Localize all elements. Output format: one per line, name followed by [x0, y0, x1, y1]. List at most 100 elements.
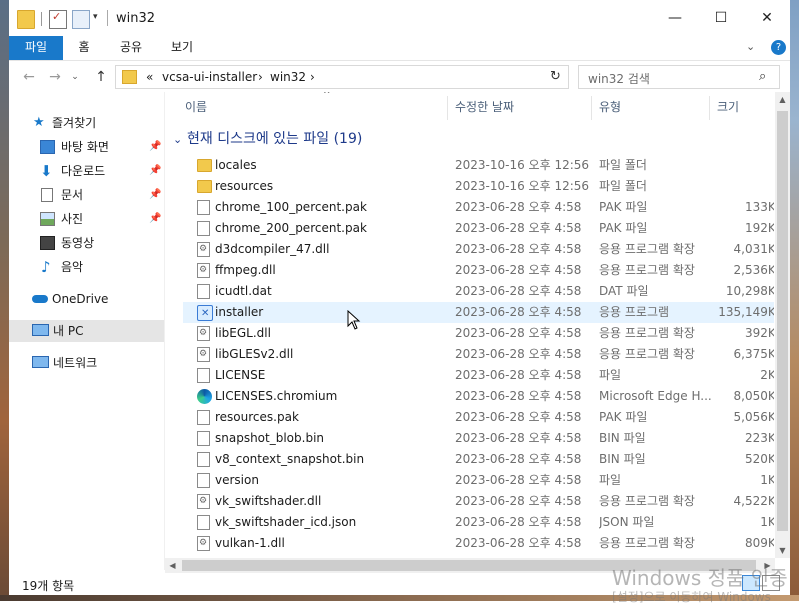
- refresh-icon[interactable]: ↻: [550, 69, 561, 84]
- exe-icon: [197, 303, 213, 324]
- recent-locations-chevron-icon[interactable]: ⌄: [69, 66, 81, 88]
- column-divider[interactable]: [447, 96, 448, 120]
- column-divider[interactable]: [591, 96, 592, 120]
- properties-icon[interactable]: [49, 10, 67, 29]
- sidebar-item-label: 내 PC: [53, 324, 84, 338]
- maximize-button[interactable]: ☐: [698, 0, 744, 36]
- breadcrumb-separator[interactable]: ›: [310, 70, 315, 84]
- music-icon: ♪: [41, 258, 51, 276]
- new-folder-icon[interactable]: [72, 10, 90, 29]
- sidebar-item-music[interactable]: ♪ 음악: [9, 256, 164, 278]
- breadcrumb-win32[interactable]: win32: [270, 70, 306, 84]
- file-type: JSON 파일: [599, 515, 655, 529]
- pin-icon[interactable]: 📌: [149, 208, 161, 230]
- file-row[interactable]: ffmpeg.dll 2023-06-28 오후 4:58 응용 프로그램 확장 2,…: [183, 260, 774, 281]
- help-button[interactable]: ?: [771, 40, 786, 55]
- sidebar-item-downloads[interactable]: ⬇ 다운로드 📌: [9, 160, 164, 182]
- sidebar-item-network[interactable]: 네트워크: [9, 352, 164, 374]
- sort-ascending-icon: ^: [323, 92, 331, 100]
- file-size: 192KB: [744, 221, 774, 235]
- desktop-icon: [40, 140, 55, 154]
- pin-icon[interactable]: 📌: [149, 160, 161, 182]
- group-header[interactable]: ⌄ 현재 디스크에 있는 파일 (19): [173, 128, 362, 150]
- sidebar-item-desktop[interactable]: 바탕 화면 📌: [9, 136, 164, 158]
- up-button[interactable]: ↑: [91, 66, 111, 88]
- computer-icon: [32, 324, 49, 336]
- file-icon: [197, 284, 210, 299]
- search-icon[interactable]: ⌕: [759, 69, 766, 84]
- vertical-scrollbar[interactable]: ▲ ▼: [775, 92, 790, 558]
- file-row[interactable]: libEGL.dll 2023-06-28 오후 4:58 응용 프로그램 확장 39…: [183, 323, 774, 344]
- file-name: vulkan-1.dll: [215, 536, 285, 550]
- file-row[interactable]: locales 2023-10-16 오후 12:56 파일 폴더: [183, 155, 774, 176]
- customize-toolbar-chevron-icon[interactable]: ▾: [93, 12, 98, 22]
- search-input[interactable]: win32 검색 ⌕: [578, 65, 780, 89]
- chevron-down-icon[interactable]: ⌄: [746, 40, 755, 53]
- file-row[interactable]: resources 2023-10-16 오후 12:56 파일 폴더: [183, 176, 774, 197]
- address-bar[interactable]: « vcsa-ui-installer › win32 › ↻: [115, 65, 569, 89]
- file-type: 응용 프로그램 확장: [599, 536, 695, 550]
- sidebar-item-this-pc[interactable]: 내 PC: [9, 320, 164, 342]
- file-size: 2KB: [760, 368, 774, 382]
- tab-file[interactable]: 파일: [9, 36, 63, 60]
- file-row[interactable]: snapshot_blob.bin 2023-06-28 오후 4:58 BIN 파…: [183, 428, 774, 449]
- back-button[interactable]: ←: [19, 66, 39, 88]
- tab-view[interactable]: 보기: [164, 36, 200, 60]
- file-row[interactable]: installer 2023-06-28 오후 4:58 응용 프로그램 135,14…: [183, 302, 774, 324]
- file-row[interactable]: vk_swiftshader_icd.json 2023-06-28 오후 4:5…: [183, 512, 774, 533]
- pin-icon[interactable]: 📌: [149, 136, 161, 158]
- forward-button[interactable]: →: [45, 66, 65, 88]
- file-name: icudtl.dat: [215, 284, 272, 298]
- column-header-label: 이름: [185, 100, 208, 114]
- scrollbar-thumb[interactable]: [777, 111, 788, 531]
- sidebar-item-label: 문서: [61, 188, 84, 202]
- column-header-name[interactable]: 이름 ^: [185, 92, 331, 118]
- sidebar-item-documents[interactable]: 문서 📌: [9, 184, 164, 206]
- minimize-button[interactable]: —: [652, 0, 698, 36]
- column-header-date[interactable]: 수정한 날짜: [455, 98, 514, 118]
- scroll-left-arrow-icon[interactable]: ◀: [165, 558, 180, 573]
- breadcrumb-vcsa-ui-installer[interactable]: vcsa-ui-installer: [162, 70, 257, 84]
- file-name: vk_swiftshader_icd.json: [215, 515, 357, 529]
- file-name: LICENSE: [215, 368, 266, 382]
- file-size: 520KB: [744, 452, 774, 466]
- file-row[interactable]: chrome_200_percent.pak 2023-06-28 오후 4:58…: [183, 218, 774, 239]
- pin-icon[interactable]: 📌: [149, 184, 161, 206]
- sidebar-item-onedrive[interactable]: OneDrive: [9, 288, 164, 310]
- path-overflow[interactable]: «: [146, 70, 153, 84]
- file-row[interactable]: v8_context_snapshot.bin 2023-06-28 오후 4:5…: [183, 449, 774, 470]
- file-type: PAK 파일: [599, 221, 648, 235]
- file-row[interactable]: LICENSES.chromium 2023-06-28 오후 4:58 Micro…: [183, 386, 774, 407]
- quick-access-divider: [41, 12, 42, 26]
- chevron-down-icon[interactable]: ⌄: [173, 129, 187, 151]
- sidebar-item-pictures[interactable]: 사진 📌: [9, 208, 164, 230]
- file-row[interactable]: version 2023-06-28 오후 4:58 파일 1KB: [183, 470, 774, 491]
- file-type: 응용 프로그램 확장: [599, 494, 695, 508]
- breadcrumb-separator[interactable]: ›: [258, 70, 263, 84]
- file-row[interactable]: d3dcompiler_47.dll 2023-06-28 오후 4:58 응용 프…: [183, 239, 774, 260]
- file-row[interactable]: vk_swiftshader.dll 2023-06-28 오후 4:58 응용 프…: [183, 491, 774, 512]
- file-row[interactable]: vulkan-1.dll 2023-06-28 오후 4:58 응용 프로그램 확장…: [183, 533, 774, 554]
- file-row[interactable]: libGLESv2.dll 2023-06-28 오후 4:58 응용 프로그램 확…: [183, 344, 774, 365]
- tab-home[interactable]: 홈: [69, 36, 99, 60]
- column-divider[interactable]: [709, 96, 710, 120]
- file-row[interactable]: chrome_100_percent.pak 2023-06-28 오후 4:58…: [183, 197, 774, 218]
- file-row[interactable]: LICENSE 2023-06-28 오후 4:58 파일 2KB: [183, 365, 774, 386]
- column-header-size[interactable]: 크기: [717, 98, 739, 118]
- file-type: 응용 프로그램 확장: [599, 347, 695, 361]
- file-type: 응용 프로그램 확장: [599, 242, 695, 256]
- file-type: BIN 파일: [599, 431, 646, 445]
- sidebar-item-quick-access[interactable]: ★ 즐겨찾기: [9, 112, 164, 134]
- close-button[interactable]: ✕: [744, 0, 790, 36]
- file-type: 파일: [599, 473, 622, 487]
- sidebar-item-videos[interactable]: 동영상: [9, 232, 164, 254]
- column-header-type[interactable]: 유형: [599, 98, 621, 118]
- file-size: 5,056KB: [733, 410, 774, 424]
- tab-share[interactable]: 공유: [113, 36, 149, 60]
- file-size: 8,050KB: [733, 389, 774, 403]
- folder-icon[interactable]: [17, 10, 35, 29]
- file-row[interactable]: resources.pak 2023-06-28 오후 4:58 PAK 파일 5,0…: [183, 407, 774, 428]
- scroll-up-arrow-icon[interactable]: ▲: [775, 92, 790, 107]
- file-row[interactable]: icudtl.dat 2023-06-28 오후 4:58 DAT 파일 10,298…: [183, 281, 774, 302]
- scroll-down-arrow-icon[interactable]: ▼: [775, 543, 790, 558]
